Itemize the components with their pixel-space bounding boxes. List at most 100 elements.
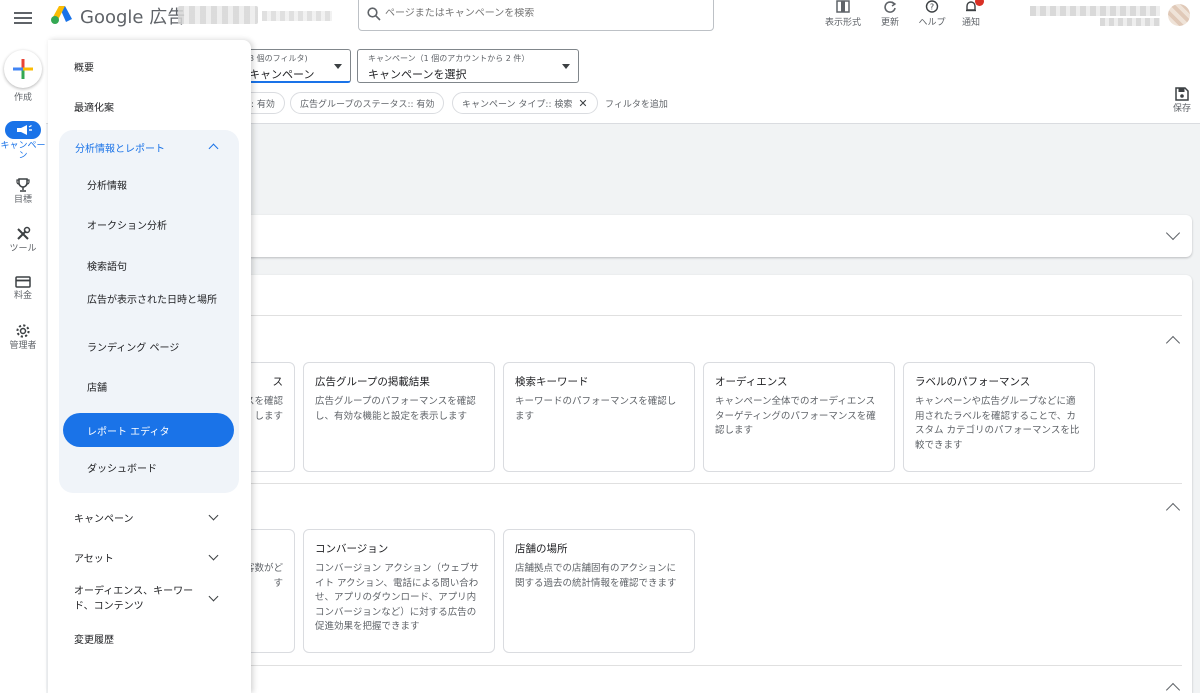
report-tile-desc: 広告グループのパフォーマンスを確認し、有効な機能と設定を表示します — [315, 396, 476, 422]
filter-chip-label: 広告グループのステータス:: 有効 — [300, 100, 435, 110]
report-tile-label-performance[interactable]: ラベルのパフォーマンス キャンペーンや広告グループなどに適用されたラベルを確認す… — [903, 362, 1095, 472]
plus-icon — [13, 59, 33, 79]
search-icon — [367, 7, 381, 21]
left-rail: 作成 キャンペーン 目標 ツール 料金 管理者 — [0, 40, 46, 693]
nav-subitem-dashboards[interactable]: ダッシュボード — [87, 463, 157, 477]
nav-item-assets[interactable]: アセット — [74, 550, 114, 565]
account-name-redacted — [178, 6, 258, 24]
rail-item-goals[interactable]: 目標 — [0, 177, 46, 205]
view-selector-hint: 3 個のフィルタ) — [249, 54, 308, 63]
nav-subitem-search-terms[interactable]: 検索語句 — [87, 261, 127, 275]
view-selector-value: キャンペーン — [249, 68, 315, 81]
rail-tools-label: ツール — [9, 244, 37, 254]
campaign-selector-value: キャンペーンを選択 — [368, 68, 467, 81]
report-tile-title: 店舗の場所 — [515, 543, 568, 555]
chevron-up-icon[interactable] — [1165, 335, 1181, 351]
filter-chip-label: キャンペーン タイプ:: 検索 — [462, 100, 573, 110]
report-tile-desc: キャンペーンや広告グループなどに適用されたラベルを確認することで、カスタム カテ… — [915, 396, 1080, 451]
report-tile-desc: コンバージョン アクション（ウェブサイト アクション、電話による問い合わせ、アプ… — [315, 563, 479, 632]
rail-goals-label: 目標 — [13, 195, 32, 205]
view-selector[interactable]: 3 個のフィルタ) キャンペーン — [246, 49, 351, 83]
rail-billing-label: 料金 — [13, 291, 32, 301]
close-icon[interactable]: ✕ — [578, 97, 587, 110]
search-input[interactable] — [385, 8, 705, 19]
report-tile-audiences[interactable]: オーディエンス キャンペーン全体でのオーディエンスターゲティングのパフォーマンス… — [703, 362, 895, 472]
report-tile-title: 広告グループの掲載結果 — [315, 376, 430, 388]
account-email-redacted — [1030, 6, 1160, 16]
account-id-redacted — [262, 11, 332, 21]
report-tile-desc: キーワードのパフォーマンスを確認します — [515, 396, 677, 422]
report-tile-title: ラベルのパフォーマンス — [915, 376, 1031, 388]
notifications-label: 通知 — [961, 18, 980, 28]
nav-subitem-landing-pages[interactable]: ランディング ページ — [87, 342, 179, 356]
nav-subitem-when-where[interactable]: 広告が表示された日時と場所 — [87, 294, 222, 308]
nav-item-overview[interactable]: 概要 — [74, 59, 94, 74]
report-tile-title: 検索キーワード — [515, 376, 589, 388]
rail-campaign-label: キャンペーン — [0, 141, 46, 161]
nav-item-audiences-keywords-content[interactable]: オーディエンス、キーワード、コンテンツ — [74, 584, 204, 614]
save-label: 保存 — [1172, 104, 1191, 114]
rail-item-billing[interactable]: 料金 — [0, 275, 46, 301]
menu-icon[interactable] — [14, 9, 32, 27]
view-label: 表示形式 — [824, 18, 861, 28]
nav-subitem-auction-insights[interactable]: オークション分析 — [87, 220, 167, 234]
view-toggle[interactable]: 表示形式 — [817, 0, 869, 28]
nav-item-change-history[interactable]: 変更履歴 — [74, 631, 114, 646]
refresh-icon — [884, 1, 897, 13]
view-icon — [836, 0, 850, 13]
chevron-down-icon[interactable] — [1165, 225, 1181, 241]
report-tile-title: オーディエンス — [715, 376, 788, 388]
filter-chip-campaign-type[interactable]: キャンペーン タイプ:: 検索 ✕ — [452, 92, 598, 114]
trophy-icon — [16, 178, 30, 192]
nav-subitem-insights[interactable]: 分析情報 — [87, 180, 127, 194]
notifications-button[interactable]: 通知 — [945, 0, 997, 28]
help-icon: ? — [925, 0, 939, 13]
rail-item-admin[interactable]: 管理者 — [0, 323, 46, 351]
nav-item-campaigns[interactable]: キャンペーン — [74, 510, 134, 525]
divider — [236, 665, 1182, 666]
nav-item-insights-reports[interactable]: 分析情報とレポート — [75, 140, 165, 155]
app-brand: Google 広告 — [80, 7, 186, 28]
nav-item-recommendations[interactable]: 最適化案 — [74, 99, 114, 114]
notification-badge — [975, 0, 984, 6]
chevron-down-icon — [334, 64, 342, 69]
chevron-down-icon — [562, 64, 570, 69]
divider — [236, 483, 1182, 484]
rail-item-tools[interactable]: ツール — [0, 226, 46, 254]
chevron-up-icon[interactable] — [1165, 682, 1181, 693]
add-filter-button[interactable]: フィルタを追加 — [605, 97, 668, 110]
search-box[interactable] — [358, 0, 714, 31]
nav-subitem-report-editor-label: レポート エディタ — [87, 427, 170, 438]
report-tile-title: コンバージョン — [315, 543, 389, 555]
report-tile-desc: キャンペーン全体でのオーディエンスターゲティングのパフォーマンスを確認します — [715, 396, 876, 436]
rail-admin-label: 管理者 — [9, 341, 37, 351]
chevron-up-icon[interactable] — [1165, 502, 1181, 518]
create-button[interactable] — [4, 50, 42, 88]
collapsed-section-card[interactable] — [236, 215, 1192, 257]
rail-item-campaigns[interactable]: キャンペーン — [0, 121, 46, 161]
save-button[interactable]: 保存 — [1166, 87, 1198, 114]
campaign-pill — [5, 121, 41, 139]
report-tile-store-locations[interactable]: 店舗の場所 店舗拠点での店舗固有のアクションに関する過去の統計情報を確認できます — [503, 529, 695, 653]
filter-chip-adgroup-status[interactable]: 広告グループのステータス:: 有効 — [290, 92, 445, 114]
rail-create-label: 作成 — [13, 93, 32, 103]
report-tile-search-keywords[interactable]: 検索キーワード キーワードのパフォーマンスを確認します — [503, 362, 695, 472]
avatar[interactable] — [1168, 4, 1190, 26]
megaphone-icon — [17, 124, 32, 135]
save-icon — [1175, 87, 1189, 101]
report-tile-adgroup-performance[interactable]: 広告グループの掲載結果 広告グループのパフォーマンスを確認し、有効な機能と設定を… — [303, 362, 495, 472]
top-bar: Google 広告 表示形式 更新 ? ヘルプ 通知 — [0, 0, 1200, 40]
gear-icon — [16, 324, 30, 338]
account-detail-redacted — [1100, 18, 1160, 26]
campaign-selector[interactable]: キャンペーン（1 個のアカウントから 2 件） キャンペーンを選択 — [357, 49, 579, 83]
tools-icon — [17, 226, 31, 240]
svg-text:?: ? — [930, 3, 934, 12]
nav-subitem-stores[interactable]: 店舗 — [87, 382, 107, 396]
report-tile-desc: 店舗拠点での店舗固有のアクションに関する過去の統計情報を確認できます — [515, 563, 677, 589]
google-ads-logo — [51, 6, 72, 24]
filter-chip-label: : 有効 — [251, 100, 275, 110]
report-tile-conversions[interactable]: コンバージョン コンバージョン アクション（ウェブサイト アクション、電話による… — [303, 529, 495, 653]
divider — [236, 315, 1182, 316]
rail-create-label-wrap: 作成 — [0, 91, 46, 103]
credit-card-icon — [15, 276, 31, 288]
